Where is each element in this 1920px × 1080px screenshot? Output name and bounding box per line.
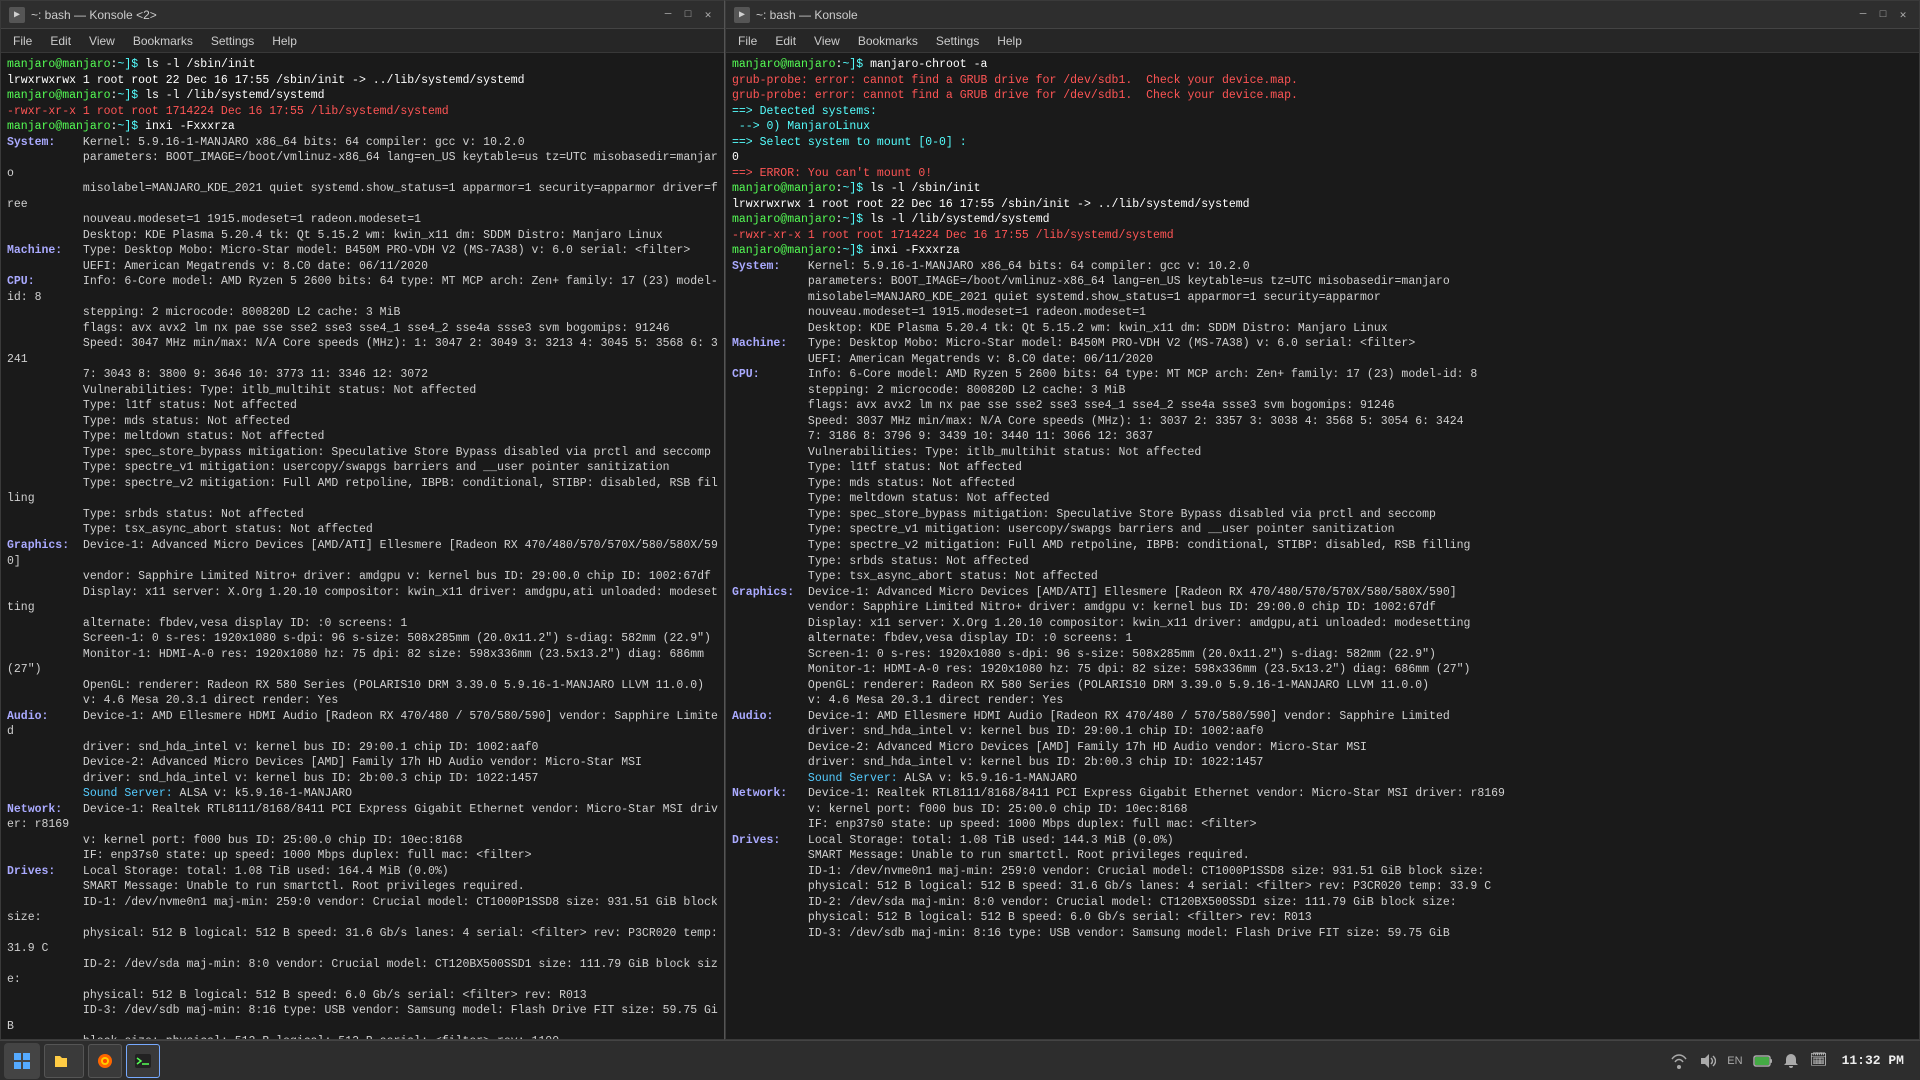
terminal-window-left: ▶ ~: bash — Konsole <2> ─ □ ✕ File Edit … xyxy=(0,0,725,1040)
menubar-left: File Edit View Bookmarks Settings Help xyxy=(1,29,724,53)
terminal-title-left: ~: bash — Konsole <2> xyxy=(31,8,157,22)
menu-view-left[interactable]: View xyxy=(81,32,123,50)
close-btn-right[interactable]: ✕ xyxy=(1895,7,1911,23)
terminal-content-left: manjaro@manjaro:~]$ ls -l /sbin/init lrw… xyxy=(1,53,724,1039)
terminal-content-right: manjaro@manjaro:~]$ manjaro-chroot -a gr… xyxy=(726,53,1919,1039)
taskbar-left xyxy=(0,1043,160,1079)
system-clock[interactable]: 11:32 PM xyxy=(1836,1053,1910,1068)
menu-view-right[interactable]: View xyxy=(806,32,848,50)
menu-edit-left[interactable]: Edit xyxy=(42,32,79,50)
taskbar-app-terminal[interactable] xyxy=(126,1044,160,1078)
taskbar-app-firefox[interactable] xyxy=(88,1044,122,1078)
menu-file-right[interactable]: File xyxy=(730,32,765,50)
taskbar-app-files[interactable] xyxy=(44,1044,84,1078)
taskbar-right: EN 🗓 11:32 PM xyxy=(1668,1050,1920,1072)
terminal-title-right: ~: bash — Konsole xyxy=(756,8,858,22)
maximize-btn-left[interactable]: □ xyxy=(680,7,696,23)
menu-help-right[interactable]: Help xyxy=(989,32,1030,50)
menu-file-left[interactable]: File xyxy=(5,32,40,50)
terminals-area: ▶ ~: bash — Konsole <2> ─ □ ✕ File Edit … xyxy=(0,0,1920,1040)
maximize-btn-right[interactable]: □ xyxy=(1875,7,1891,23)
titlebar-right: ▶ ~: bash — Konsole ─ □ ✕ xyxy=(726,1,1919,29)
menu-settings-left[interactable]: Settings xyxy=(203,32,262,50)
tray-notifications-icon[interactable] xyxy=(1780,1050,1802,1072)
tray-calendar-icon[interactable]: 🗓 xyxy=(1808,1050,1830,1072)
minimize-btn-left[interactable]: ─ xyxy=(660,7,676,23)
menu-bookmarks-right[interactable]: Bookmarks xyxy=(850,32,926,50)
menu-bookmarks-left[interactable]: Bookmarks xyxy=(125,32,201,50)
titlebar-left: ▶ ~: bash — Konsole <2> ─ □ ✕ xyxy=(1,1,724,29)
taskbar: EN 🗓 11:32 PM xyxy=(0,1040,1920,1080)
terminal-icon-right: ▶ xyxy=(734,7,750,23)
tray-network-icon[interactable] xyxy=(1668,1050,1690,1072)
menu-help-left[interactable]: Help xyxy=(264,32,305,50)
terminal-icon-left: ▶ xyxy=(9,7,25,23)
tray-battery-icon[interactable] xyxy=(1752,1050,1774,1072)
minimize-btn-right[interactable]: ─ xyxy=(1855,7,1871,23)
start-button[interactable] xyxy=(4,1043,40,1079)
tray-sound-icon[interactable] xyxy=(1696,1050,1718,1072)
menubar-right: File Edit View Bookmarks Settings Help xyxy=(726,29,1919,53)
tray-keyboard-icon[interactable]: EN xyxy=(1724,1050,1745,1072)
menu-edit-right[interactable]: Edit xyxy=(767,32,804,50)
close-btn-left[interactable]: ✕ xyxy=(700,7,716,23)
menu-settings-right[interactable]: Settings xyxy=(928,32,987,50)
terminal-window-right: ▶ ~: bash — Konsole ─ □ ✕ File Edit View… xyxy=(725,0,1920,1040)
